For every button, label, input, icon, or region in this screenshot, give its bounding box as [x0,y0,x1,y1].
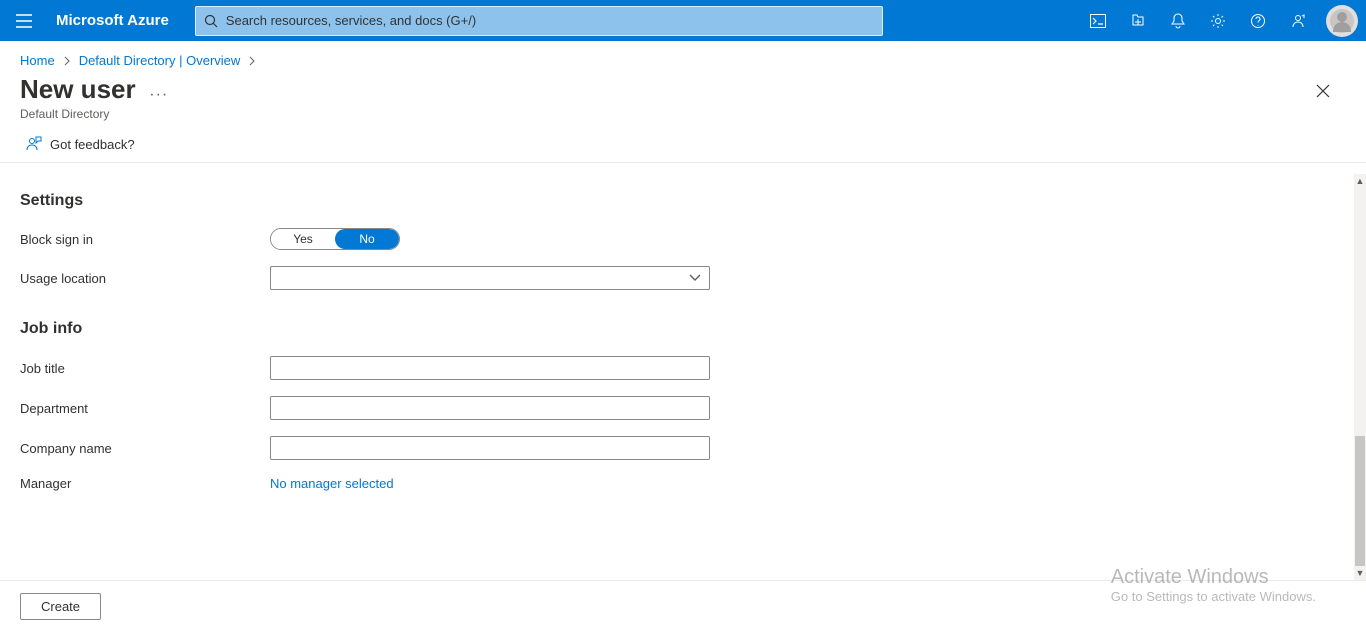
job-title-input[interactable] [270,356,710,380]
brand-label: Microsoft Azure [48,12,185,29]
job-title-label: Job title [20,361,270,376]
settings-heading: Settings [20,192,1334,210]
company-name-label: Company name [20,441,270,456]
toggle-no[interactable]: No [335,229,399,249]
block-signin-toggle[interactable]: Yes No [270,228,400,250]
command-bar: Got feedback? [0,121,1366,163]
feedback-icon[interactable] [1278,0,1318,41]
create-button[interactable]: Create [20,593,101,620]
department-label: Department [20,401,270,416]
close-blade-button[interactable] [1310,78,1336,107]
block-signin-label: Block sign in [20,232,270,247]
hamburger-icon [16,14,32,28]
cloud-shell-icon[interactable] [1078,0,1118,41]
scrollbar-thumb[interactable] [1355,436,1365,566]
top-bar: Microsoft Azure [0,0,1366,41]
help-icon[interactable] [1238,0,1278,41]
got-feedback-button[interactable]: Got feedback? [26,135,135,154]
chevron-right-icon [63,56,71,66]
chevron-right-icon [248,56,256,66]
breadcrumb: Home Default Directory | Overview [0,41,1366,74]
chevron-down-icon [689,274,701,282]
search-input[interactable] [226,13,882,28]
usage-location-label: Usage location [20,271,270,286]
form-content: Settings Block sign in Yes No Usage loca… [0,174,1354,580]
person-feedback-icon [26,135,42,154]
notifications-icon[interactable] [1158,0,1198,41]
settings-icon[interactable] [1198,0,1238,41]
breadcrumb-directory[interactable]: Default Directory | Overview [79,53,241,68]
avatar-placeholder-icon [1330,9,1354,33]
got-feedback-label: Got feedback? [50,137,135,152]
scroll-down-arrow[interactable]: ▼ [1354,566,1366,580]
user-avatar[interactable] [1326,5,1358,37]
footer-bar: Create [0,580,1366,634]
usage-location-select[interactable] [270,266,710,290]
jobinfo-heading: Job info [20,320,1334,338]
directories-icon[interactable] [1118,0,1158,41]
hamburger-menu[interactable] [0,0,48,41]
toggle-yes[interactable]: Yes [271,229,335,249]
manager-label: Manager [20,476,270,491]
department-input[interactable] [270,396,710,420]
manager-link[interactable]: No manager selected [270,476,394,491]
close-icon [1316,84,1330,98]
page-header: New user ··· Default Directory [0,74,1366,121]
company-name-input[interactable] [270,436,710,460]
scroll-up-arrow[interactable]: ▲ [1354,174,1366,188]
breadcrumb-home[interactable]: Home [20,53,55,68]
page-subtitle: Default Directory [20,107,1346,121]
search-icon [204,14,218,28]
content-scrollbar[interactable]: ▲ ▼ [1354,174,1366,580]
page-title: New user [20,74,136,105]
global-search[interactable] [195,6,883,36]
topbar-actions [1078,0,1318,41]
more-actions[interactable]: ··· [149,86,168,104]
